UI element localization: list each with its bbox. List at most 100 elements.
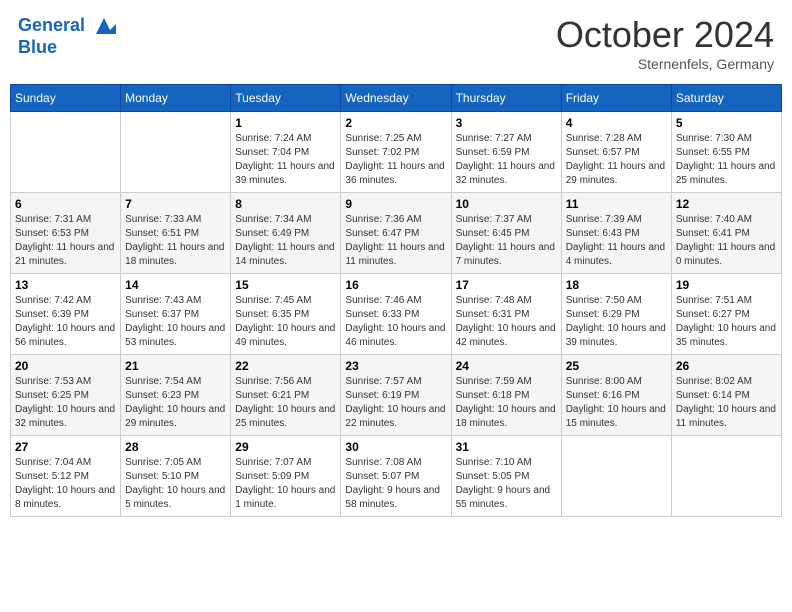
day-number: 8: [235, 197, 336, 211]
day-info: Sunrise: 7:46 AMSunset: 6:33 PMDaylight:…: [345, 294, 446, 350]
month-title: October 2024: [556, 14, 774, 56]
calendar-day-cell: 7 Sunrise: 7:33 AMSunset: 6:51 PMDaylight…: [121, 193, 231, 274]
day-number: 4: [566, 116, 667, 130]
weekday-header-cell: Thursday: [451, 85, 561, 112]
calendar-week-row: 20Sunrise: 7:53 AMSunset: 6:25 PMDayligh…: [11, 355, 782, 436]
day-number: 3: [456, 116, 557, 130]
weekday-header-cell: Tuesday: [231, 85, 341, 112]
day-number: 20: [15, 359, 116, 373]
day-info: Sunrise: 7:33 AMSunset: 6:51 PMDaylight:…: [125, 213, 226, 269]
calendar-table: SundayMondayTuesdayWednesdayThursdayFrid…: [10, 84, 782, 517]
day-number: 25: [566, 359, 667, 373]
day-info: Sunrise: 8:02 AMSunset: 6:14 PMDaylight:…: [676, 375, 777, 431]
day-number: 17: [456, 278, 557, 292]
weekday-header-cell: Sunday: [11, 85, 121, 112]
day-number: 7: [125, 197, 226, 211]
calendar-week-row: 6 Sunrise: 7:31 AMSunset: 6:53 PMDaylight…: [11, 193, 782, 274]
weekday-header-cell: Monday: [121, 85, 231, 112]
calendar-day-cell: 31Sunrise: 7:10 AMSunset: 5:05 PMDayligh…: [451, 436, 561, 517]
day-info: Sunrise: 7:54 AMSunset: 6:23 PMDaylight:…: [125, 375, 226, 431]
calendar-day-cell: 6 Sunrise: 7:31 AMSunset: 6:53 PMDaylight…: [11, 193, 121, 274]
page-header: General Blue October 2024 Sternenfels, G…: [10, 10, 782, 76]
calendar-day-cell: 10 Sunrise: 7:37 AMSunset: 6:45 PMDayligh…: [451, 193, 561, 274]
logo-blue: Blue: [18, 38, 116, 58]
calendar-day-cell: 26 Sunrise: 8:02 AMSunset: 6:14 PMDayligh…: [671, 355, 781, 436]
day-info: Sunrise: 7:48 AMSunset: 6:31 PMDaylight:…: [456, 294, 557, 350]
logo-text: General: [18, 14, 116, 38]
weekday-header-row: SundayMondayTuesdayWednesdayThursdayFrid…: [11, 85, 782, 112]
day-number: 6: [15, 197, 116, 211]
day-number: 13: [15, 278, 116, 292]
day-info: Sunrise: 7:56 AMSunset: 6:21 PMDaylight:…: [235, 375, 336, 431]
calendar-day-cell: [11, 112, 121, 193]
title-block: October 2024 Sternenfels, Germany: [556, 14, 774, 72]
day-number: 1: [235, 116, 336, 130]
day-info: Sunrise: 7:57 AMSunset: 6:19 PMDaylight:…: [345, 375, 446, 431]
day-info: Sunrise: 7:07 AMSunset: 5:09 PMDaylight:…: [235, 456, 336, 512]
day-number: 5: [676, 116, 777, 130]
calendar-day-cell: 15 Sunrise: 7:45 AMSunset: 6:35 PMDayligh…: [231, 274, 341, 355]
calendar-day-cell: 21 Sunrise: 7:54 AMSunset: 6:23 PMDayligh…: [121, 355, 231, 436]
calendar-day-cell: 12 Sunrise: 7:40 AMSunset: 6:41 PMDayligh…: [671, 193, 781, 274]
day-info: Sunrise: 7:31 AMSunset: 6:53 PMDaylight:…: [15, 213, 116, 269]
calendar-day-cell: 2 Sunrise: 7:25 AMSunset: 7:02 PMDaylight…: [341, 112, 451, 193]
calendar-day-cell: 3 Sunrise: 7:27 AMSunset: 6:59 PMDaylight…: [451, 112, 561, 193]
calendar-week-row: 27Sunrise: 7:04 AMSunset: 5:12 PMDayligh…: [11, 436, 782, 517]
day-number: 2: [345, 116, 446, 130]
logo-general: General: [18, 15, 85, 35]
calendar-day-cell: 24 Sunrise: 7:59 AMSunset: 6:18 PMDayligh…: [451, 355, 561, 436]
logo: General Blue: [18, 14, 116, 58]
calendar-day-cell: 22 Sunrise: 7:56 AMSunset: 6:21 PMDayligh…: [231, 355, 341, 436]
calendar-day-cell: 27Sunrise: 7:04 AMSunset: 5:12 PMDayligh…: [11, 436, 121, 517]
calendar-body: 1 Sunrise: 7:24 AMSunset: 7:04 PMDaylight…: [11, 112, 782, 517]
calendar-day-cell: 16 Sunrise: 7:46 AMSunset: 6:33 PMDayligh…: [341, 274, 451, 355]
weekday-header-cell: Friday: [561, 85, 671, 112]
day-number: 12: [676, 197, 777, 211]
day-info: Sunrise: 7:34 AMSunset: 6:49 PMDaylight:…: [235, 213, 336, 269]
day-number: 9: [345, 197, 446, 211]
day-info: Sunrise: 7:42 AMSunset: 6:39 PMDaylight:…: [15, 294, 116, 350]
calendar-day-cell: [121, 112, 231, 193]
day-info: Sunrise: 7:28 AMSunset: 6:57 PMDaylight:…: [566, 132, 667, 188]
day-number: 16: [345, 278, 446, 292]
calendar-day-cell: 23Sunrise: 7:57 AMSunset: 6:19 PMDayligh…: [341, 355, 451, 436]
day-number: 10: [456, 197, 557, 211]
day-info: Sunrise: 7:45 AMSunset: 6:35 PMDaylight:…: [235, 294, 336, 350]
calendar-day-cell: 28 Sunrise: 7:05 AMSunset: 5:10 PMDayligh…: [121, 436, 231, 517]
day-number: 30: [345, 440, 446, 454]
calendar-day-cell: 8 Sunrise: 7:34 AMSunset: 6:49 PMDaylight…: [231, 193, 341, 274]
day-info: Sunrise: 7:51 AMSunset: 6:27 PMDaylight:…: [676, 294, 777, 350]
calendar-day-cell: 1 Sunrise: 7:24 AMSunset: 7:04 PMDaylight…: [231, 112, 341, 193]
day-number: 28: [125, 440, 226, 454]
day-info: Sunrise: 7:59 AMSunset: 6:18 PMDaylight:…: [456, 375, 557, 431]
day-number: 15: [235, 278, 336, 292]
day-number: 26: [676, 359, 777, 373]
calendar-day-cell: 13 Sunrise: 7:42 AMSunset: 6:39 PMDayligh…: [11, 274, 121, 355]
day-info: Sunrise: 7:40 AMSunset: 6:41 PMDaylight:…: [676, 213, 777, 269]
day-info: Sunrise: 7:24 AMSunset: 7:04 PMDaylight:…: [235, 132, 336, 188]
day-info: Sunrise: 7:08 AMSunset: 5:07 PMDaylight:…: [345, 456, 446, 512]
calendar-day-cell: 11 Sunrise: 7:39 AMSunset: 6:43 PMDayligh…: [561, 193, 671, 274]
day-number: 19: [676, 278, 777, 292]
calendar-week-row: 1 Sunrise: 7:24 AMSunset: 7:04 PMDaylight…: [11, 112, 782, 193]
calendar-week-row: 13 Sunrise: 7:42 AMSunset: 6:39 PMDayligh…: [11, 274, 782, 355]
day-number: 18: [566, 278, 667, 292]
day-number: 29: [235, 440, 336, 454]
calendar-day-cell: 29 Sunrise: 7:07 AMSunset: 5:09 PMDayligh…: [231, 436, 341, 517]
calendar-day-cell: 17 Sunrise: 7:48 AMSunset: 6:31 PMDayligh…: [451, 274, 561, 355]
day-info: Sunrise: 7:37 AMSunset: 6:45 PMDaylight:…: [456, 213, 557, 269]
day-info: Sunrise: 7:25 AMSunset: 7:02 PMDaylight:…: [345, 132, 446, 188]
logo-icon: [92, 14, 116, 38]
day-info: Sunrise: 7:04 AMSunset: 5:12 PMDaylight:…: [15, 456, 116, 512]
day-number: 11: [566, 197, 667, 211]
day-number: 21: [125, 359, 226, 373]
day-info: Sunrise: 7:39 AMSunset: 6:43 PMDaylight:…: [566, 213, 667, 269]
day-info: Sunrise: 7:05 AMSunset: 5:10 PMDaylight:…: [125, 456, 226, 512]
day-info: Sunrise: 7:30 AMSunset: 6:55 PMDaylight:…: [676, 132, 777, 188]
day-number: 24: [456, 359, 557, 373]
day-number: 22: [235, 359, 336, 373]
day-info: Sunrise: 7:50 AMSunset: 6:29 PMDaylight:…: [566, 294, 667, 350]
day-info: Sunrise: 7:27 AMSunset: 6:59 PMDaylight:…: [456, 132, 557, 188]
calendar-day-cell: 14Sunrise: 7:43 AMSunset: 6:37 PMDayligh…: [121, 274, 231, 355]
calendar-day-cell: 25Sunrise: 8:00 AMSunset: 6:16 PMDayligh…: [561, 355, 671, 436]
